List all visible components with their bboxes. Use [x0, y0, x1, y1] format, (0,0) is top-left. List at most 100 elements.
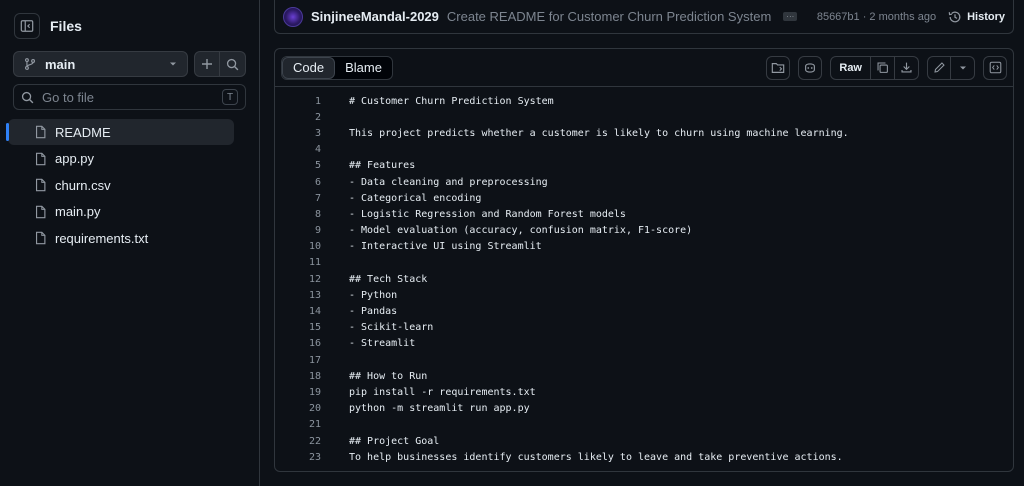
view-mode-toggle: Code Blame — [281, 55, 393, 80]
branch-row: main — [13, 51, 246, 77]
line-content: - Pandas — [349, 306, 398, 318]
line-content: ## Features — [349, 160, 416, 172]
edit-file-button[interactable] — [927, 55, 951, 80]
line-number[interactable]: 1 — [275, 96, 321, 107]
line-number[interactable]: 14 — [275, 306, 321, 317]
line-number[interactable]: 22 — [275, 436, 321, 447]
file-tree-item[interactable]: main.py — [0, 199, 260, 225]
line-number[interactable]: 19 — [275, 387, 321, 398]
line-content: - Streamlit — [349, 338, 416, 350]
download-raw-button[interactable] — [895, 55, 919, 80]
edit-group — [927, 55, 975, 80]
line-number[interactable]: 21 — [275, 419, 321, 430]
go-to-file-placeholder: Go to file — [42, 89, 95, 105]
commit-message[interactable]: Create README for Customer Churn Predict… — [447, 9, 771, 24]
code-line: 23 To help businesses identify customers … — [275, 449, 1013, 465]
tab-blame[interactable]: Blame — [335, 57, 392, 79]
code-line: 22 ## Project Goal — [275, 433, 1013, 449]
file-tree-item[interactable]: churn.csv — [0, 172, 260, 198]
line-content: - Data cleaning and preprocessing — [349, 176, 548, 188]
line-content: - Interactive UI using Streamlit — [349, 241, 542, 253]
history-label: History — [967, 10, 1005, 23]
copy-raw-button[interactable] — [871, 55, 895, 80]
search-icon — [226, 58, 239, 70]
line-content: To help businesses identify customers li… — [349, 451, 843, 463]
code-line: 17 — [275, 352, 1013, 368]
commit-expand-button[interactable]: ··· — [783, 12, 798, 21]
line-number[interactable]: 4 — [275, 144, 321, 155]
file-name: README — [55, 124, 111, 140]
commit-sha-time[interactable]: 85667b1 · 2 months ago — [817, 11, 936, 23]
code-line: 6 - Data cleaning and preprocessing — [275, 174, 1013, 190]
code-line: 12 ## Tech Stack — [275, 271, 1013, 287]
line-content: pip install -r requirements.txt — [349, 386, 536, 398]
code-line: 10 - Interactive UI using Streamlit — [275, 239, 1013, 255]
line-content: ## Tech Stack — [349, 273, 428, 285]
file-actions: Raw — [758, 55, 1007, 80]
file-name: main.py — [55, 204, 101, 219]
line-number[interactable]: 10 — [275, 241, 321, 252]
collapse-sidebar-button[interactable] — [14, 13, 40, 39]
line-number[interactable]: 20 — [275, 403, 321, 414]
line-number[interactable]: 3 — [275, 128, 321, 139]
file-icon — [35, 152, 46, 165]
line-number[interactable]: 23 — [275, 452, 321, 463]
code-square-icon — [989, 61, 1001, 74]
line-number[interactable]: 2 — [275, 112, 321, 123]
branch-name: main — [45, 56, 76, 72]
history-button[interactable]: History — [948, 10, 1005, 24]
copilot-icon — [805, 62, 816, 73]
file-tree: README app.py churn.csv main.py requirements… — [0, 119, 260, 252]
copilot-button[interactable] — [798, 55, 823, 80]
line-number[interactable]: 8 — [275, 209, 321, 220]
code-line: 1 # Customer Churn Prediction System — [275, 93, 1013, 109]
file-tree-item[interactable]: README — [6, 119, 234, 145]
line-number[interactable]: 17 — [275, 355, 321, 366]
code-line: 20 python -m streamlit run app.py — [275, 401, 1013, 417]
plus-icon — [202, 59, 212, 69]
line-number[interactable]: 12 — [275, 274, 321, 285]
file-directory-icon — [772, 62, 785, 73]
file-tree-item[interactable]: app.py — [0, 146, 260, 172]
line-number[interactable]: 6 — [275, 177, 321, 188]
line-number[interactable]: 15 — [275, 322, 321, 333]
line-content: ## How to Run — [349, 370, 428, 382]
code-listing: 1 # Customer Churn Prediction System 2 3 Thi… — [275, 87, 1013, 465]
symbols-panel-button[interactable] — [766, 55, 791, 80]
code-line: 3 This project predicts whether a custome… — [275, 125, 1013, 141]
raw-button[interactable]: Raw — [830, 55, 871, 80]
code-line: 16 - Streamlit — [275, 336, 1013, 352]
commit-author[interactable]: SinjineeMandal-2029 — [311, 9, 439, 24]
edit-options-dropdown[interactable] — [951, 55, 975, 80]
raw-copy-download-group: Raw — [830, 55, 919, 80]
search-code-button[interactable] — [220, 51, 246, 77]
line-number[interactable]: 9 — [275, 225, 321, 236]
copy-icon — [877, 62, 888, 73]
branch-selector[interactable]: main — [13, 51, 188, 77]
line-content: python -m streamlit run app.py — [349, 403, 530, 415]
sidebar-header: Files — [14, 12, 82, 40]
line-content: - Categorical encoding — [349, 192, 482, 204]
tab-code[interactable]: Code — [282, 56, 336, 79]
line-content: - Python — [349, 289, 398, 301]
add-file-button[interactable] — [194, 51, 220, 77]
file-icon — [35, 178, 46, 192]
code-line: 18 ## How to Run — [275, 368, 1013, 384]
search-icon — [21, 91, 34, 103]
sidebar-collapse-icon — [20, 20, 34, 32]
go-to-file-input[interactable]: Go to file T — [13, 84, 246, 110]
file-name: churn.csv — [55, 177, 111, 193]
avatar[interactable] — [283, 6, 303, 27]
line-number[interactable]: 16 — [275, 338, 321, 349]
file-tree-item[interactable]: requirements.txt — [0, 225, 260, 251]
line-number[interactable]: 18 — [275, 371, 321, 382]
code-line: 9 - Model evaluation (accuracy, confusion… — [275, 223, 1013, 239]
file-toolbar: Code Blame Raw — [275, 49, 1013, 87]
caret-down-icon — [170, 62, 176, 66]
sidebar-actions — [194, 51, 246, 77]
line-number[interactable]: 11 — [275, 257, 321, 268]
line-number[interactable]: 13 — [275, 290, 321, 301]
line-number[interactable]: 7 — [275, 193, 321, 204]
line-number[interactable]: 5 — [275, 160, 321, 171]
code-view-button[interactable] — [983, 55, 1007, 80]
